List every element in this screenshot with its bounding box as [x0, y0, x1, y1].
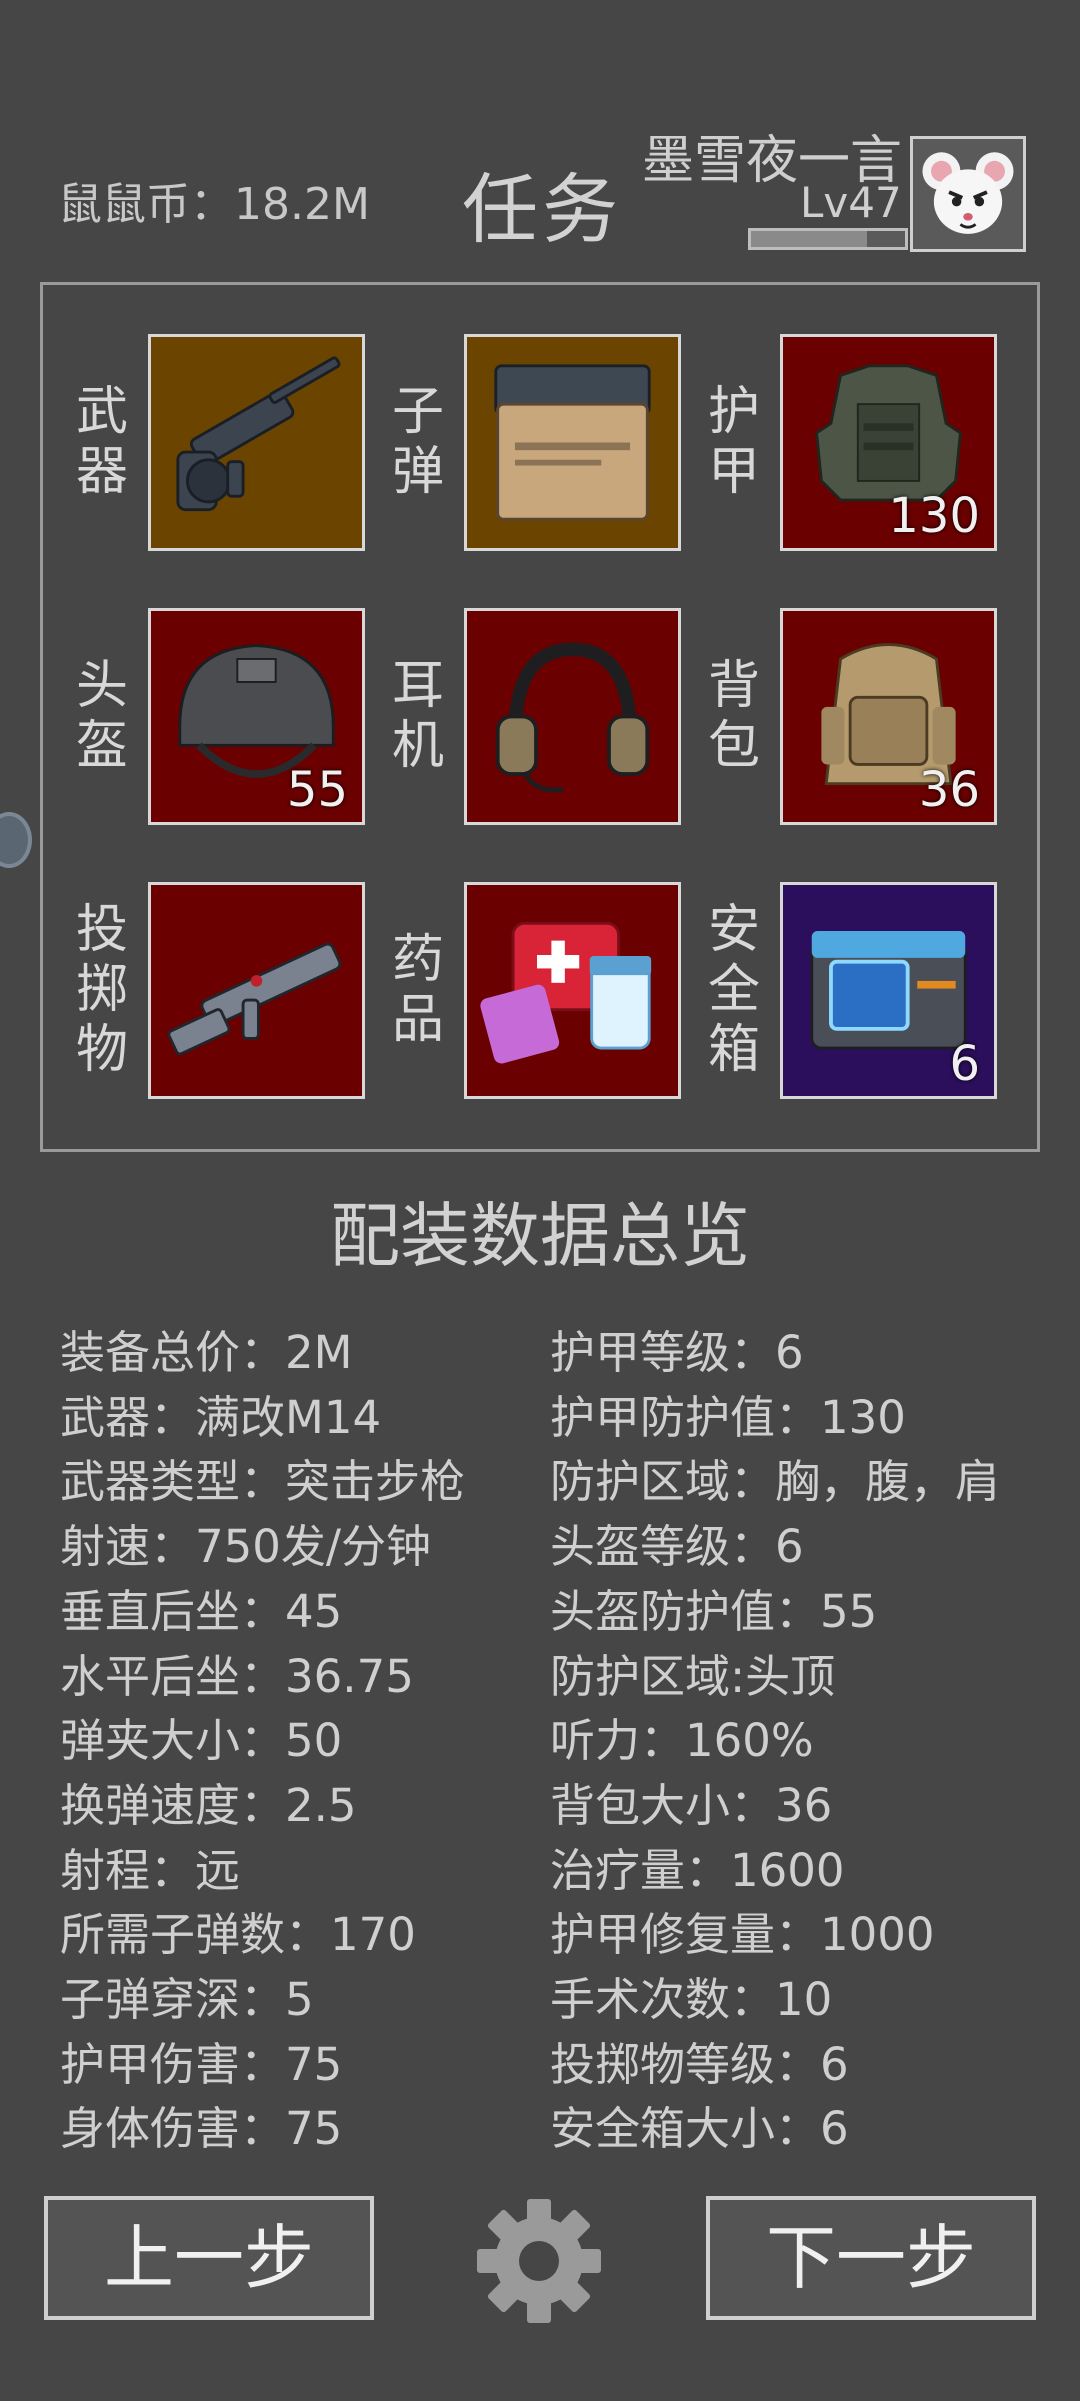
stat-right-1: 护甲防护值：130: [550, 1390, 906, 1444]
stat-right-3: 头盔等级：6: [550, 1520, 804, 1574]
overview-title: 配装数据总览: [330, 1195, 750, 1277]
stat-right-2: 防护区域：胸，腹，肩: [550, 1455, 1001, 1509]
stat-right-4: 头盔防护值：55: [550, 1584, 878, 1638]
stat-left-7: 换弹速度：2.5: [60, 1778, 357, 1832]
next-step-button[interactable]: 下一步: [706, 2196, 1036, 2320]
level-label: Lv47: [800, 178, 902, 227]
headset-icon: [495, 642, 650, 793]
stat-right-11: 投掷物等级：6: [550, 2037, 849, 2091]
slot-label: 安全箱: [707, 900, 760, 1080]
stat-right-12: 安全箱大小：6: [550, 2102, 849, 2156]
slot-label: 背包: [707, 656, 760, 776]
ammo-box-icon: [494, 364, 651, 521]
equipment-slot[interactable]: [148, 882, 365, 1099]
equipment-slot[interactable]: 6: [780, 882, 997, 1099]
settings-button[interactable]: [474, 2196, 604, 2326]
page-title: 任务: [462, 165, 622, 254]
stat-right-7: 背包大小：36: [550, 1778, 833, 1832]
coin-balance: 鼠鼠币：18.2M: [58, 179, 370, 230]
medkit-icon: [480, 921, 652, 1064]
stat-right-5: 防护区域:头顶: [550, 1649, 836, 1703]
equipment-slot[interactable]: [148, 334, 365, 551]
avatar[interactable]: [910, 136, 1026, 252]
slot-count: 36: [918, 762, 980, 818]
side-float-handle[interactable]: [0, 812, 32, 868]
stat-right-9: 护甲修复量：1000: [550, 1908, 935, 1962]
prev-step-button[interactable]: 上一步: [44, 2196, 374, 2320]
stat-left-3: 射速：750发/分钟: [60, 1520, 432, 1574]
stat-left-8: 射程：远: [60, 1843, 241, 1897]
equipment-slot[interactable]: [464, 608, 681, 825]
slot-label: 护甲: [707, 382, 760, 502]
slot-label: 投掷物: [75, 900, 128, 1080]
mouse-avatar-icon: [922, 152, 1014, 234]
gear-icon: [477, 2199, 601, 2323]
equipment-slot[interactable]: 36: [780, 608, 997, 825]
stat-right-8: 治疗量：1600: [550, 1843, 845, 1897]
stat-left-0: 装备总价：2M: [60, 1326, 353, 1379]
stat-left-12: 身体伤害：75: [60, 2102, 343, 2156]
equipment-slot[interactable]: 55: [148, 608, 365, 825]
slot-label: 头盔: [75, 656, 128, 776]
slot-label: 耳机: [391, 656, 444, 776]
stat-right-10: 手术次数：10: [550, 1973, 833, 2026]
stat-left-2: 武器类型：突击步枪: [60, 1455, 466, 1509]
equipment-slot[interactable]: [464, 334, 681, 551]
slot-label: 药品: [391, 930, 444, 1050]
slot-count: 130: [888, 488, 980, 544]
stat-left-9: 所需子弹数：170: [60, 1908, 416, 1962]
slot-label: 子弹: [391, 382, 444, 502]
stat-right-6: 听力：160%: [550, 1714, 814, 1768]
stat-left-4: 垂直后坐：45: [60, 1584, 343, 1638]
xp-bar: [748, 228, 908, 250]
rifle-icon: [176, 356, 341, 512]
xp-bar-fill: [751, 231, 867, 247]
stat-left-6: 弹夹大小：50: [60, 1714, 343, 1768]
stat-left-11: 护甲伤害：75: [60, 2037, 343, 2091]
equipment-slot[interactable]: 130: [780, 334, 997, 551]
stat-left-1: 武器：满改M14: [60, 1390, 382, 1444]
stat-left-5: 水平后坐：36.75: [60, 1649, 414, 1703]
stat-right-0: 护甲等级：6: [550, 1326, 804, 1379]
equipment-slot[interactable]: [464, 882, 681, 1099]
slot-count: 55: [286, 762, 348, 818]
launcher-icon: [167, 942, 342, 1056]
stat-left-10: 子弹穿深：5: [60, 1973, 314, 2026]
slot-label: 武器: [75, 382, 128, 502]
slot-count: 6: [949, 1036, 980, 1092]
